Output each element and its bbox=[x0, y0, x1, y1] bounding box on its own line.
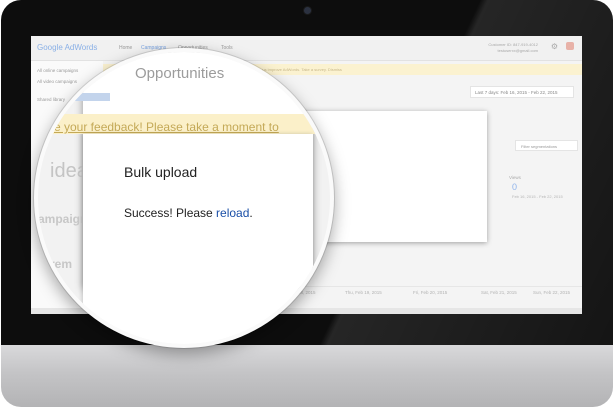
nav-campaigns[interactable]: Campaigns bbox=[141, 45, 166, 51]
campaign-heading: ampaign bbox=[38, 212, 88, 226]
sidebar-item-online[interactable]: All online campaigns bbox=[37, 68, 78, 73]
camera-icon bbox=[304, 7, 311, 14]
axis-date-3: Fri, Feb 20, 2015 bbox=[413, 290, 448, 295]
reload-link[interactable]: reload bbox=[216, 206, 249, 220]
date-range-selector[interactable]: Last 7 days: Feb 16, 2015 - Feb 22, 2015 bbox=[470, 86, 574, 98]
account-info[interactable]: Customer ID: 847-919-4012 testuserxx@gma… bbox=[488, 42, 538, 54]
dialog-title: Bulk upload bbox=[124, 164, 198, 180]
magnifier-lens: Opportunities e your feedback! Please ta… bbox=[38, 52, 330, 344]
nav-opportunities[interactable]: Opportunities bbox=[178, 45, 208, 51]
views-range: Feb 16, 2015 - Feb 22, 2015 bbox=[512, 194, 563, 199]
nav-home[interactable]: Home bbox=[119, 45, 132, 51]
bulk-upload-dialog: Bulk upload Success! Please reload. bbox=[83, 134, 313, 344]
page-title: Opportunities bbox=[135, 65, 225, 82]
success-text: Success! Please bbox=[124, 206, 217, 220]
axis-date-2: Thu, Feb 19, 2015 bbox=[345, 290, 382, 295]
account-email: testuserxx@gmail.com bbox=[497, 48, 538, 53]
monitor-chin bbox=[1, 345, 613, 407]
segments-button[interactable]: Filter segmentations bbox=[515, 140, 578, 151]
nav-tools[interactable]: Tools bbox=[221, 45, 233, 51]
success-period: . bbox=[249, 206, 253, 220]
sidebar-item-video[interactable]: All video campaigns bbox=[37, 79, 77, 84]
axis-date-4: Sat, Feb 21, 2015 bbox=[481, 290, 517, 295]
bell-icon[interactable] bbox=[566, 42, 574, 50]
scene: Google AdWords Home Campaigns Opportunit… bbox=[0, 0, 614, 407]
success-message: Success! Please reload. bbox=[124, 206, 253, 220]
tab-accent bbox=[46, 93, 110, 101]
views-label: Views bbox=[509, 175, 521, 180]
gear-icon[interactable]: ⚙ bbox=[551, 42, 558, 51]
logo[interactable]: Google AdWords bbox=[37, 43, 97, 52]
views-value: 0 bbox=[512, 182, 518, 192]
feedback-link[interactable]: e your feedback! Please take a moment to bbox=[54, 120, 279, 134]
axis-date-5: Sun, Feb 22, 2015 bbox=[533, 290, 571, 295]
rem-heading: rem bbox=[50, 257, 73, 271]
